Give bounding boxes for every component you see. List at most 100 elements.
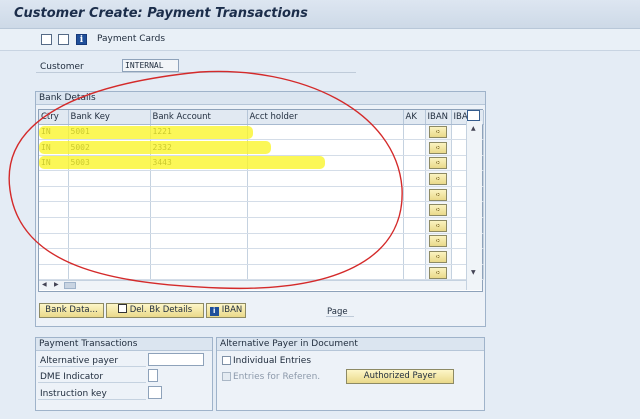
scroll-right-icon[interactable]: ▶	[54, 281, 59, 288]
cell-acct-holder[interactable]	[247, 217, 404, 234]
cell-ak[interactable]	[403, 124, 426, 141]
column-header[interactable]: Bank Account	[150, 110, 248, 125]
scroll-left-icon[interactable]: ◀	[42, 281, 47, 288]
cell-acct-holder[interactable]	[247, 264, 404, 281]
cell-ctry[interactable]	[39, 233, 69, 250]
cell-ak[interactable]	[403, 248, 426, 265]
table-row[interactable]: ➪	[39, 233, 484, 250]
cell-acct-holder[interactable]	[247, 170, 404, 187]
cell-bank-key[interactable]	[68, 217, 151, 234]
dme-indicator-input[interactable]	[148, 369, 158, 382]
column-header[interactable]: Ctry	[39, 110, 69, 125]
alternative-payer-input[interactable]	[148, 353, 204, 366]
payment-cards-button[interactable]: Payment Cards	[97, 34, 165, 44]
table-row[interactable]: ➪	[39, 248, 484, 265]
highlight-row-2	[39, 141, 271, 154]
cell-bank-account[interactable]	[150, 217, 248, 234]
cell-ak[interactable]	[403, 233, 426, 250]
cell-bank-account[interactable]	[150, 201, 248, 219]
cell-acct-holder[interactable]	[247, 124, 404, 141]
iban-row-button[interactable]: ➪	[429, 173, 447, 186]
cell-ctry[interactable]	[39, 217, 69, 234]
del-bk-details-label: Del. Bk Details	[129, 305, 193, 315]
cell-bank-key[interactable]	[68, 233, 151, 250]
cell-ctry[interactable]	[39, 170, 69, 187]
iban-row-button[interactable]: ➪	[429, 157, 447, 170]
cell-ctry[interactable]	[39, 201, 69, 219]
bank-data-button[interactable]: Bank Data...	[39, 303, 104, 318]
instruction-key-input[interactable]	[148, 386, 162, 399]
cell-iban: ➪	[425, 155, 452, 172]
title-bar: Customer Create: Payment Transactions	[0, 0, 640, 29]
dme-indicator-label: DME Indicator	[40, 372, 104, 382]
delete-bank-details-button[interactable]: Del. Bk Details	[106, 303, 204, 318]
overview-icon[interactable]	[41, 34, 52, 45]
iban-row-button[interactable]: ➪	[429, 235, 447, 248]
cell-bank-account[interactable]	[150, 248, 248, 265]
cell-acct-holder[interactable]	[247, 233, 404, 250]
cell-ak[interactable]	[403, 186, 426, 203]
customer-field[interactable]: INTERNAL	[122, 59, 179, 72]
cell-iban: ➪	[425, 170, 452, 187]
iban-row-button[interactable]: ➪	[429, 141, 447, 154]
customer-divider	[36, 72, 356, 73]
scroll-thumb[interactable]	[64, 282, 76, 289]
column-header[interactable]: IBAN	[425, 110, 452, 125]
cell-bank-account[interactable]	[150, 170, 248, 187]
cell-acct-holder[interactable]	[247, 186, 404, 203]
cell-ak[interactable]	[403, 155, 426, 172]
cell-bank-key[interactable]	[68, 264, 151, 281]
iban-row-button[interactable]: ➪	[429, 219, 447, 232]
cell-ak[interactable]	[403, 201, 426, 219]
cell-bank-key[interactable]	[68, 186, 151, 203]
iban-button[interactable]: i IBAN	[206, 303, 246, 318]
cell-ak[interactable]	[403, 264, 426, 281]
cell-ctry[interactable]	[39, 186, 69, 203]
table-row[interactable]: ➪	[39, 170, 484, 187]
table-row[interactable]: ➪	[39, 186, 484, 203]
horizontal-scrollbar[interactable]: ◀ ▶	[39, 280, 466, 290]
instruction-key-label: Instruction key	[40, 389, 107, 399]
table-row[interactable]: ➪	[39, 217, 484, 234]
dme-indicator-divider	[38, 382, 146, 383]
scroll-up-icon[interactable]: ▲	[471, 125, 476, 132]
table-row[interactable]: ➪	[39, 264, 484, 281]
document-icon[interactable]	[58, 34, 69, 45]
iban-row-button[interactable]: ➪	[429, 126, 447, 139]
cell-ak[interactable]	[403, 170, 426, 187]
cell-bank-key[interactable]	[68, 201, 151, 219]
cell-ctry[interactable]	[39, 248, 69, 265]
alternative-payer-label: Alternative payer	[40, 356, 119, 366]
info-icon[interactable]: i	[76, 34, 87, 45]
iban-row-button[interactable]: ➪	[429, 188, 447, 201]
authorized-payer-button[interactable]: Authorized Payer	[346, 369, 454, 384]
column-header[interactable]: Acct holder	[247, 110, 404, 125]
scroll-down-icon[interactable]: ▼	[471, 269, 476, 276]
cell-ak[interactable]	[403, 139, 426, 156]
cell-bank-key[interactable]	[68, 170, 151, 187]
cell-bank-account[interactable]	[150, 264, 248, 281]
column-header[interactable]: AK	[403, 110, 426, 125]
iban-row-button[interactable]: ➪	[429, 266, 447, 279]
vertical-scrollbar[interactable]: ▲ ▼	[466, 121, 482, 290]
cell-iban: ➪	[425, 124, 452, 141]
application-toolbar: i Payment Cards	[0, 29, 640, 51]
cell-acct-holder[interactable]	[247, 201, 404, 219]
cell-bank-key[interactable]	[68, 248, 151, 265]
cell-ak[interactable]	[403, 217, 426, 234]
table-settings-icon[interactable]	[467, 110, 480, 121]
cell-ctry[interactable]	[39, 264, 69, 281]
entries-for-referen-checkbox[interactable]	[222, 372, 231, 381]
individual-entries-checkbox[interactable]	[222, 356, 231, 365]
cell-iban: ➪	[425, 217, 452, 234]
alternative-payer-document-title: Alternative Payer in Document	[217, 338, 484, 351]
iban-row-button[interactable]: ➪	[429, 251, 447, 264]
payment-transactions-title: Payment Transactions	[36, 338, 212, 351]
cell-acct-holder[interactable]	[247, 248, 404, 265]
customer-label: Customer	[40, 62, 84, 72]
cell-bank-account[interactable]	[150, 233, 248, 250]
cell-bank-account[interactable]	[150, 186, 248, 203]
column-header[interactable]: Bank Key	[68, 110, 151, 125]
table-row[interactable]: ➪	[39, 201, 484, 219]
iban-row-button[interactable]: ➪	[429, 204, 447, 217]
